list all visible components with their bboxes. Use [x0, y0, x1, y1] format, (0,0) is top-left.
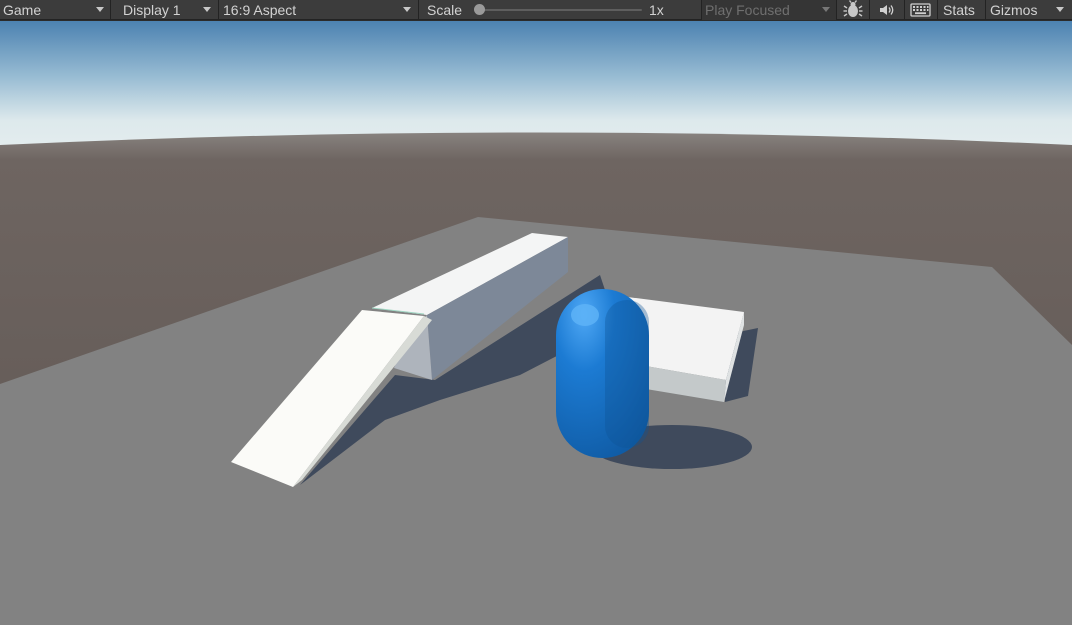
- bug-button[interactable]: [837, 0, 869, 20]
- chevron-down-icon: [822, 7, 830, 12]
- gizmos-dropdown[interactable]: [1049, 0, 1072, 20]
- capsule-shade: [605, 300, 649, 448]
- mute-audio-button[interactable]: [870, 0, 904, 20]
- keyboard-shortcuts-button[interactable]: [905, 0, 937, 20]
- scale-value: 1x: [649, 2, 664, 18]
- aspect-dropdown[interactable]: 16:9 Aspect: [219, 0, 418, 20]
- scale-slider-track[interactable]: [478, 9, 642, 11]
- gizmos-toggle[interactable]: Gizmos: [986, 0, 1048, 20]
- chevron-down-icon: [403, 7, 411, 12]
- keyboard-icon: [910, 3, 931, 17]
- scale-slider-handle[interactable]: [474, 4, 485, 15]
- scale-label: Scale: [427, 2, 463, 18]
- gizmos-label: Gizmos: [990, 2, 1038, 18]
- aspect-label: 16:9 Aspect: [223, 2, 297, 18]
- play-mode-dropdown[interactable]: Play Focused: [702, 0, 836, 20]
- speaker-icon: [880, 5, 894, 15]
- chevron-down-icon: [1056, 7, 1064, 12]
- game-view-label: Game: [3, 2, 42, 18]
- bug-icon: [843, 0, 863, 17]
- display-dropdown[interactable]: Display 1: [111, 0, 218, 20]
- stats-button[interactable]: Stats: [938, 0, 984, 20]
- capsule-highlight: [571, 304, 599, 326]
- stats-label: Stats: [943, 2, 975, 18]
- game-viewport[interactable]: [0, 21, 1072, 625]
- chevron-down-icon: [203, 7, 211, 12]
- chevron-down-icon: [96, 7, 104, 12]
- game-view-dropdown[interactable]: Game: [0, 0, 110, 20]
- display-label: Display 1: [123, 2, 181, 18]
- game-view-toolbar: Game Display 1 16:9 Aspect Scale 1x Play…: [0, 0, 1072, 20]
- toolbar-divider: [418, 0, 419, 20]
- play-mode-label: Play Focused: [705, 2, 790, 18]
- skybox: [0, 21, 1072, 145]
